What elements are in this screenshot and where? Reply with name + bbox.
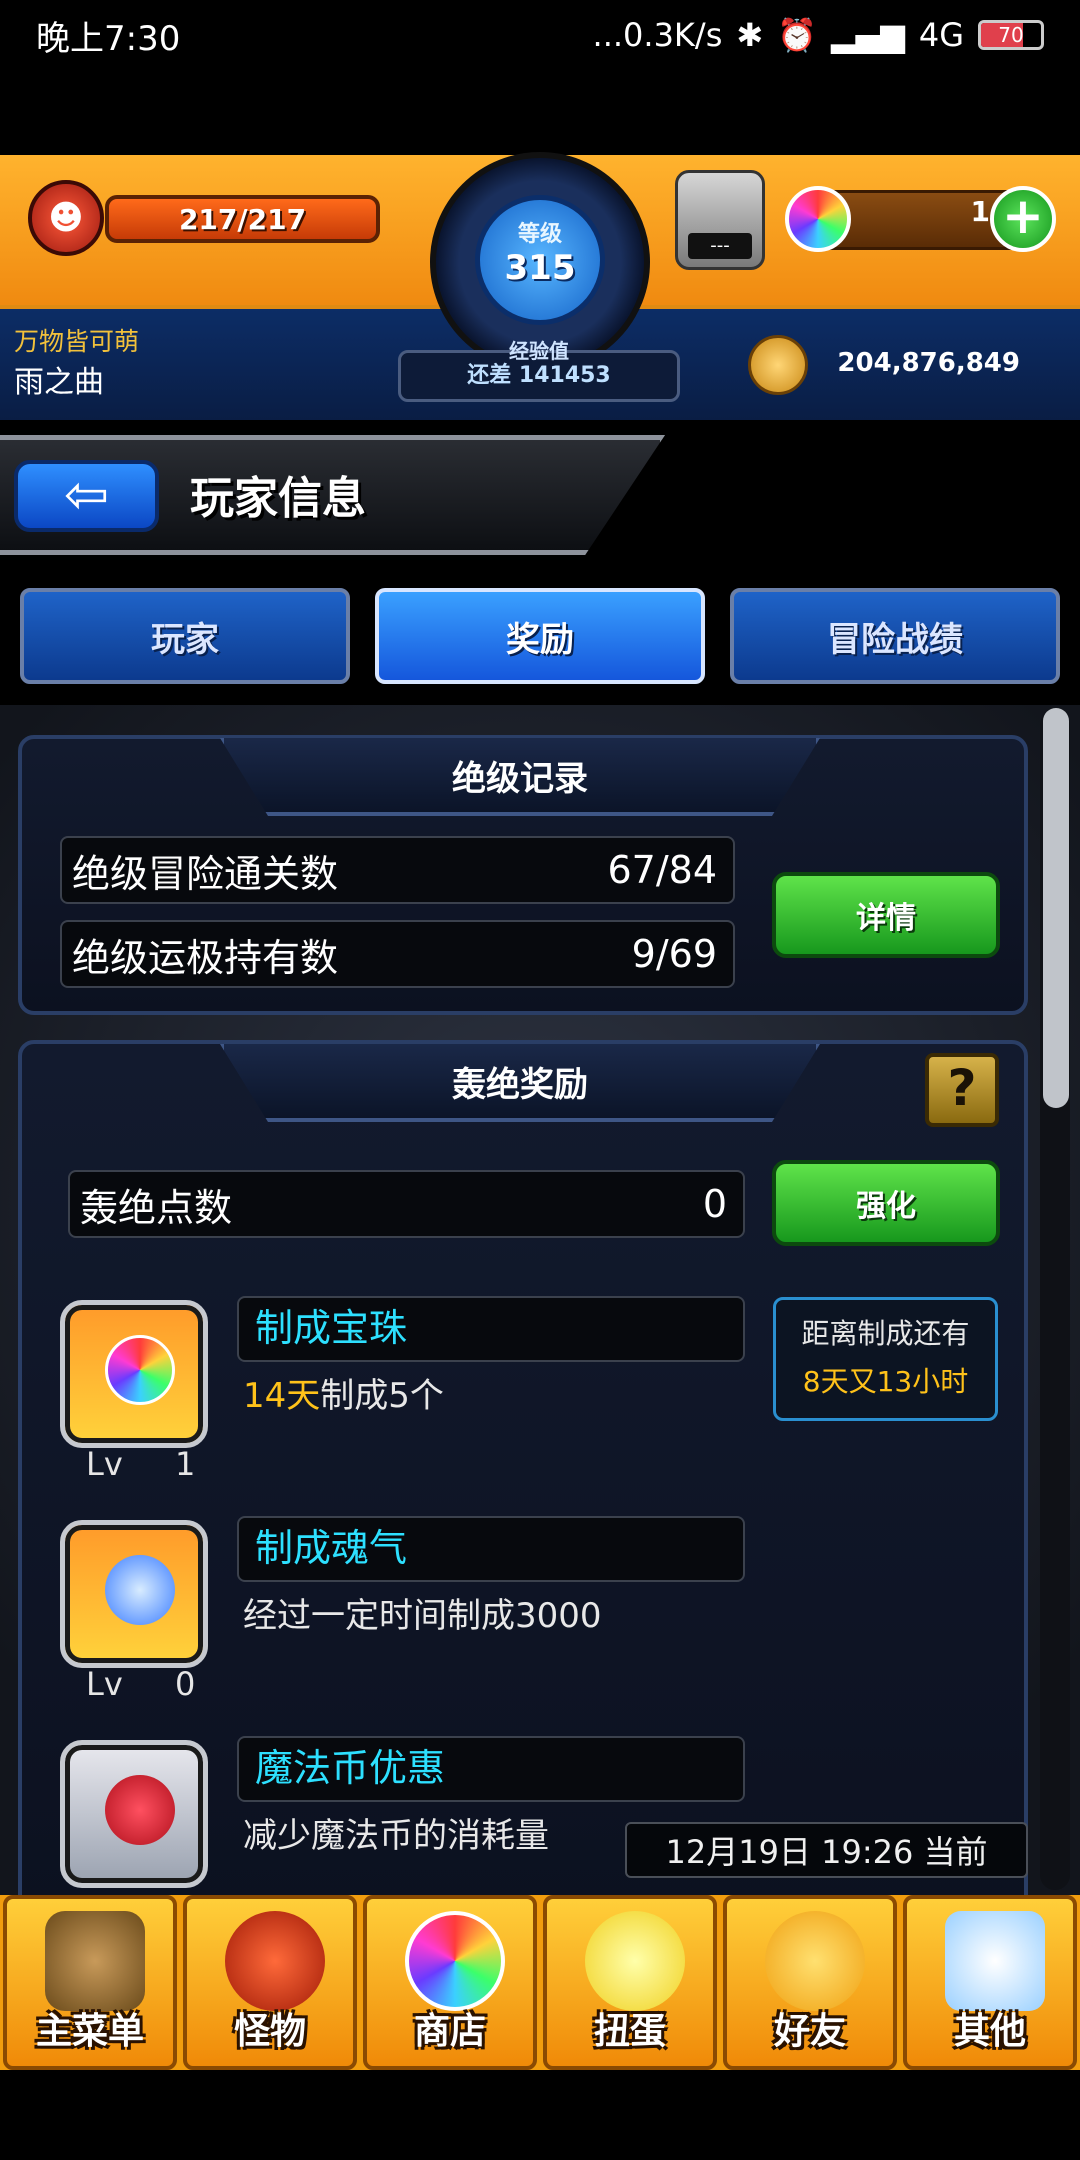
page-title: 玩家信息 <box>190 473 366 524</box>
player-name: 雨之曲 <box>14 365 104 400</box>
other-icon <box>945 1911 1045 2011</box>
points-value: 0 <box>702 1182 727 1226</box>
scrollbar-thumb[interactable] <box>1043 708 1069 1108</box>
reward-lv-label: Lv <box>86 1665 123 1703</box>
stat-row: 绝级运极持有数 9/69 <box>60 920 735 988</box>
menu-gacha[interactable]: 扭蛋 <box>543 1895 717 2070</box>
menu-label: 商店 <box>413 2011 486 2052</box>
stat-value: 67/84 <box>607 848 717 892</box>
stamina-icon: ☻ <box>28 180 104 256</box>
gem-count: 1 <box>970 195 990 228</box>
menu-label: 主菜单 <box>35 2011 144 2052</box>
gem-machine-icon[interactable]: --- <box>675 170 765 270</box>
level-label: 等级 <box>517 222 562 247</box>
back-arrow-icon: ⇦ <box>63 463 110 526</box>
points-label: 轰绝点数 <box>80 1185 233 1230</box>
friends-icon <box>765 1911 865 2011</box>
menu-other[interactable]: 其他 <box>903 1895 1077 2070</box>
exp-box: 经验值 还差 141453 <box>398 339 680 402</box>
magic-coin-discount-icon[interactable] <box>60 1740 208 1888</box>
menu-label: 好友 <box>773 2011 846 2052</box>
tab-rewards[interactable]: 奖励 <box>375 588 705 684</box>
shop-orb-icon <box>405 1911 505 2011</box>
stamina-bar: 217/217 <box>105 195 380 243</box>
reward-desc: 14天制成5个 <box>243 1368 444 1417</box>
stat-row: 绝级冒险通关数 67/84 <box>60 836 735 904</box>
countdown-value: 8天又13小时 <box>802 1365 969 1398</box>
reward-name: 制成魂气 <box>237 1516 745 1582</box>
level-value: 315 <box>504 248 576 288</box>
menu-label: 扭蛋 <box>593 2011 666 2052</box>
status-bar: 晚上7:30 ...0.3K/s ✱ ⏰ ▂▄▆ 4G 70 <box>0 0 1080 70</box>
menu-main[interactable]: 主菜单 <box>3 1895 177 2070</box>
coin-count: 204,876,849 <box>837 348 1020 378</box>
status-time: 晚上7:30 <box>36 18 181 59</box>
menu-monster[interactable]: 怪物 <box>183 1895 357 2070</box>
network-type: 4G <box>918 16 964 54</box>
reward-name: 制成宝珠 <box>237 1296 745 1362</box>
bottom-menu: 主菜单 怪物 商店 扭蛋 好友 其他 <box>0 1895 1080 2070</box>
stat-label: 绝级运极持有数 <box>72 935 339 980</box>
battery-icon: 70 <box>978 20 1044 50</box>
network-speed: ...0.3K/s <box>592 16 723 54</box>
exp-label: 经验值 <box>509 339 569 363</box>
reward-desc-highlight: 14天 <box>243 1376 321 1416</box>
gem-orb-icon <box>785 186 851 252</box>
reward-desc-text: 制成5个 <box>320 1376 444 1416</box>
monster-icon <box>225 1911 325 2011</box>
enhance-button[interactable]: 强化 <box>772 1160 1000 1246</box>
signal-icon: ▂▄▆ <box>831 16 905 54</box>
tab-player[interactable]: 玩家 <box>20 588 350 684</box>
gem-machine-slot: --- <box>688 233 752 259</box>
system-nav-bar <box>0 2070 1080 2160</box>
ultra-record-heading: 绝级记录 <box>220 738 820 816</box>
reward-name: 魔法币优惠 <box>237 1736 745 1802</box>
battery-level: 70 <box>998 23 1024 47</box>
reward-desc: 经过一定时间制成3000 <box>243 1596 602 1636</box>
ultra-reward-heading: 轰绝奖励 <box>220 1044 820 1122</box>
status-icons: ...0.3K/s ✱ ⏰ ▂▄▆ 4G 70 <box>593 16 1044 54</box>
timestamp-badge: 12月19日 19:26 当前 <box>625 1822 1028 1878</box>
menu-label: 怪物 <box>233 2011 306 2052</box>
reward-lv-value: 0 <box>175 1665 196 1703</box>
reward-lv-value: 1 <box>175 1445 196 1483</box>
reward-desc: 减少魔法币的消耗量 <box>243 1816 549 1856</box>
reward-lv-label: Lv <box>86 1445 123 1483</box>
alarm-icon: ⏰ <box>777 16 818 54</box>
player-title: 万物皆可萌 <box>14 327 140 356</box>
stat-label: 绝级冒险通关数 <box>72 851 339 896</box>
make-orb-icon[interactable] <box>60 1300 208 1448</box>
coin-icon <box>748 335 808 395</box>
bluetooth-icon: ✱ <box>736 16 764 54</box>
menu-label: 其他 <box>953 2011 1026 2052</box>
menu-friends[interactable]: 好友 <box>723 1895 897 2070</box>
make-soul-icon[interactable] <box>60 1520 208 1668</box>
gacha-egg-icon <box>585 1911 685 2011</box>
points-row: 轰绝点数 0 <box>68 1170 745 1238</box>
menu-shop[interactable]: 商店 <box>363 1895 537 2070</box>
main-menu-icon <box>45 1911 145 2011</box>
stat-value: 9/69 <box>631 932 717 976</box>
tab-adventure-record[interactable]: 冒险战绩 <box>730 588 1060 684</box>
level-badge[interactable]: 等级 315 <box>475 195 605 325</box>
countdown-box: 距离制成还有 8天又13小时 <box>773 1297 998 1421</box>
help-button[interactable]: ? <box>925 1053 999 1127</box>
details-button[interactable]: 详情 <box>772 872 1000 958</box>
back-button[interactable]: ⇦ <box>14 460 159 532</box>
countdown-label: 距离制成还有 <box>801 1317 970 1350</box>
buy-gems-button[interactable]: + <box>990 186 1056 252</box>
